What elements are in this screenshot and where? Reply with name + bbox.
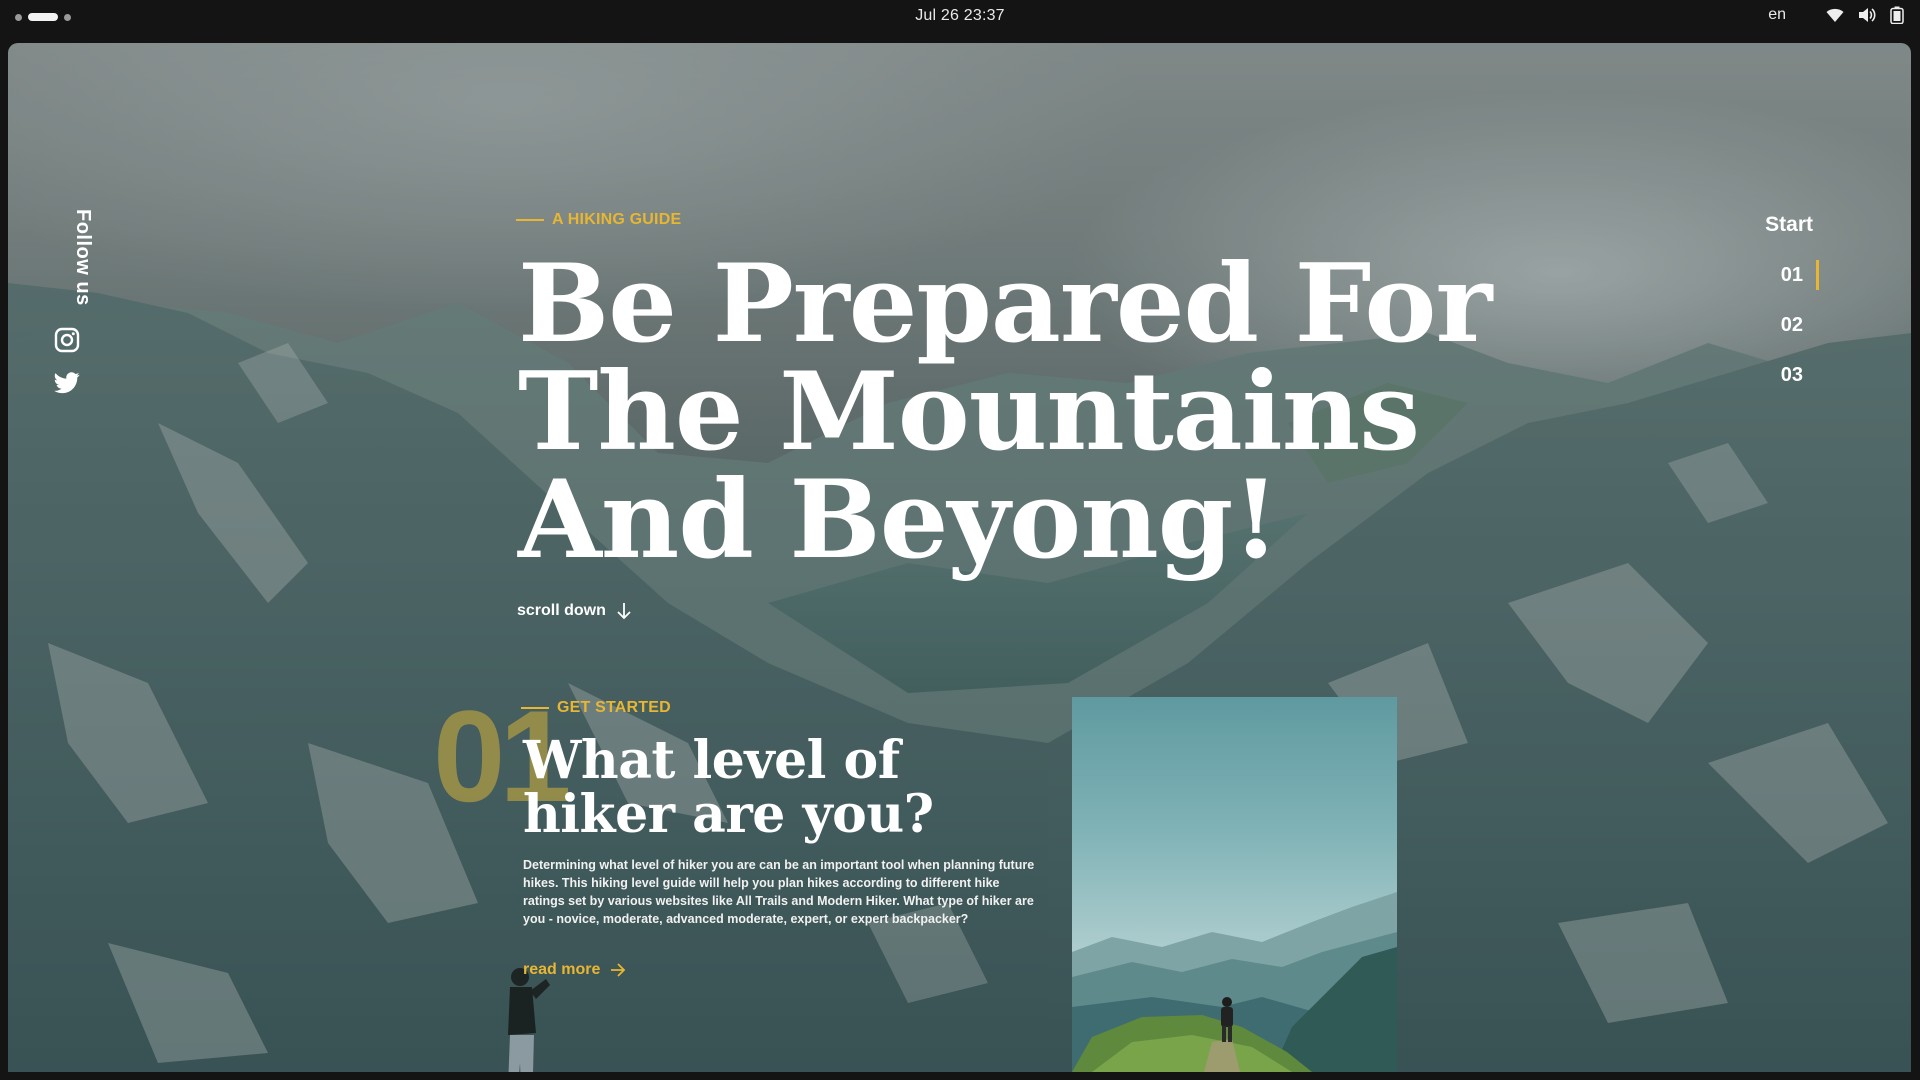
scroll-down-label: scroll down — [517, 602, 606, 619]
hero-eyebrow-label: A HIKING GUIDE — [552, 211, 682, 228]
instagram-icon[interactable] — [54, 327, 82, 355]
card-landscape — [1072, 892, 1397, 1072]
eyebrow-line — [516, 219, 544, 221]
twitter-icon[interactable] — [54, 371, 82, 399]
hero-title-line: The Mountains — [518, 349, 1420, 475]
hero-eyebrow: A HIKING GUIDE — [516, 211, 681, 229]
nav-item-01[interactable]: 01 — [1765, 260, 1819, 290]
hiker-figure — [508, 968, 550, 1072]
hero-title: Be Prepared For The Mountains And Beyong… — [518, 250, 1518, 574]
wifi-icon[interactable] — [1826, 7, 1844, 23]
section-title-line: What level of — [523, 730, 900, 791]
browser-window: Follow us A HIKING GUIDE Be Prepared For… — [8, 43, 1911, 1072]
read-more-label: read more — [523, 961, 601, 978]
system-top-bar: Jul 26 23:37 en — [0, 0, 1920, 34]
system-clock[interactable]: Jul 26 23:37 — [0, 7, 1920, 25]
hero-title-line: And Beyong! — [518, 457, 1280, 583]
nav-start[interactable]: Start — [1765, 213, 1813, 237]
arrow-right-icon — [611, 963, 626, 977]
volume-icon[interactable] — [1858, 7, 1876, 23]
nav-item-03[interactable]: 03 — [1765, 364, 1813, 387]
arrow-down-icon — [617, 603, 631, 620]
nav-item-02[interactable]: 02 — [1765, 314, 1813, 337]
hero-title-line: Be Prepared For — [518, 241, 1492, 367]
section-body: Determining what level of hiker you are … — [523, 858, 1035, 926]
section-title-line: hiker are you? — [523, 784, 934, 845]
section-eyebrow: GET STARTED — [521, 699, 671, 717]
scroll-down-link[interactable]: scroll down — [517, 602, 632, 620]
read-more-link[interactable]: read more — [523, 961, 626, 979]
follow-us: Follow us — [52, 209, 94, 319]
language-indicator[interactable]: en — [1768, 6, 1786, 24]
section-eyebrow-label: GET STARTED — [557, 699, 671, 716]
section-nav: Start 01 02 03 — [1765, 213, 1819, 387]
battery-icon[interactable] — [1890, 6, 1904, 24]
hiker-photo-card — [1072, 697, 1397, 1072]
eyebrow-line — [521, 707, 549, 709]
follow-us-label: Follow us — [72, 209, 94, 306]
section-title: What level of hiker are you? — [523, 734, 1043, 842]
system-tray[interactable]: en — [1768, 6, 1904, 24]
